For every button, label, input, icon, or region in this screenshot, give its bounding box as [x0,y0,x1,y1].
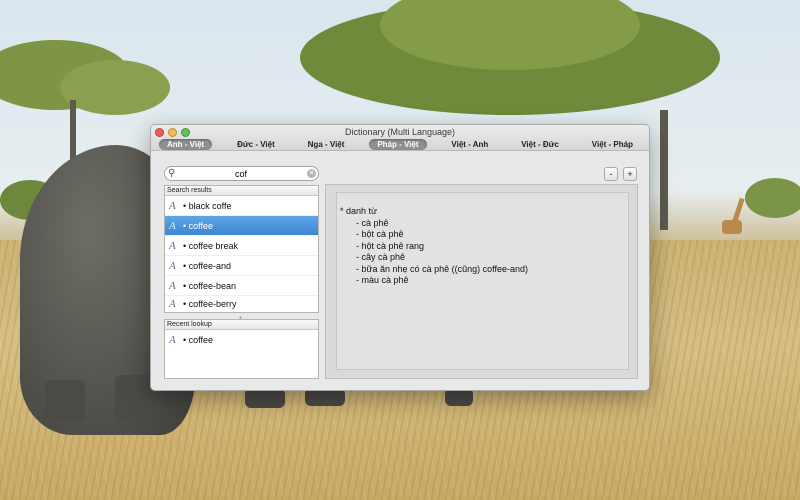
sense-line: - cây cà phê [356,252,406,262]
tab-nga-viet[interactable]: Nga - Việt [300,139,353,150]
dictionary-window: Dictionary (Multi Language) Anh - Việt Đ… [150,124,650,391]
elephant-leg [245,388,285,408]
zoom-in-button[interactable]: + [623,167,637,181]
recent-lookup-header: Recent lookup [165,320,318,330]
word-icon: A [169,259,176,272]
tab-viet-anh[interactable]: Việt - Anh [443,139,496,150]
list-item-label: • coffee [183,335,214,345]
tab-phap-viet[interactable]: Pháp - Việt [369,138,427,150]
word-icon: A [169,279,176,292]
giraffe [722,220,742,234]
tab-anh-viet[interactable]: Anh - Việt [159,138,213,150]
sense-line: - màu cà phê [356,275,409,285]
search-input[interactable] [179,168,303,179]
word-icon: A [169,199,176,212]
tree-canopy [745,178,800,218]
tree-trunk [660,110,668,230]
word-icon: A [169,219,176,232]
sense-line: - bữa ăn nhẹ có cà phê ((cũng) coffee-an… [356,263,528,274]
elephant-leg [45,380,85,422]
tab-viet-duc[interactable]: Việt - Đức [513,139,567,150]
list-item[interactable]: A • coffee-bean [165,276,318,296]
list-item[interactable]: A • coffee [165,216,318,236]
list-item-label: • coffee-and [183,260,232,271]
sense-line: - hột cà phê rang [356,240,425,251]
giraffe-neck [732,197,745,223]
search-results-list[interactable]: Search results A • black coffe A • coffe… [164,185,319,313]
list-item-label: • coffee-bean [183,280,237,291]
list-item[interactable]: A • coffee-berry [165,296,318,312]
definition-pane: * danh từ - cà phê - bột cà phê - hột cà… [325,184,638,379]
definition-text: * danh từ - cà phê - bột cà phê - hột cà… [340,206,528,287]
language-tabs: Anh - Việt Đức - Việt Nga - Việt Pháp - … [159,138,641,150]
word-icon: A [169,334,176,346]
list-item[interactable]: A • coffee [165,330,318,350]
list-item-label: • coffee break [183,240,239,251]
list-item-label: • black coffe [183,200,232,211]
definition-content[interactable]: * danh từ - cà phê - bột cà phê - hột cà… [336,192,629,370]
sense-line: - cà phê [356,217,389,228]
list-item-label: • coffee-berry [183,299,237,309]
list-item[interactable]: A • coffee-and [165,256,318,276]
tab-duc-viet[interactable]: Đức - Việt [229,139,283,150]
sense-line: - bột cà phê [356,229,404,239]
list-item-label: • coffee [183,220,214,231]
word-icon: A [169,239,176,252]
tab-viet-phap[interactable]: Việt - Pháp [584,139,641,150]
list-item[interactable]: A • coffee break [165,236,318,256]
word-icon: A [169,298,176,310]
search-field[interactable]: ⚲ ✕ [164,166,319,181]
zoom-out-button[interactable]: - [604,167,618,181]
search-icon: ⚲ [168,168,176,179]
search-results-header: Search results [165,186,318,196]
titlebar[interactable]: Dictionary (Multi Language) Anh - Việt Đ… [151,125,649,151]
tree-canopy [60,60,170,115]
recent-lookup-list[interactable]: Recent lookup A • coffee [164,319,319,379]
clear-icon[interactable]: ✕ [307,169,316,178]
part-of-speech: * danh từ [340,206,378,216]
list-item[interactable]: A • black coffe [165,196,318,216]
window-title: Dictionary (Multi Language) [344,127,456,137]
